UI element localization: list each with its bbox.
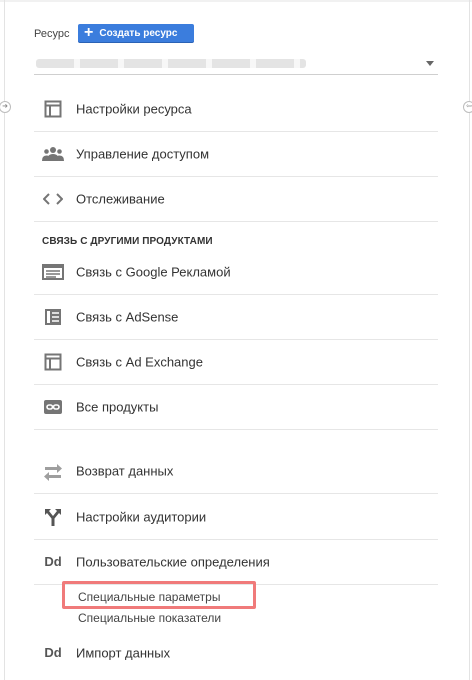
selected-resource-redacted <box>36 59 306 68</box>
menu-item-label: Импорт данных <box>76 645 171 660</box>
adsense-icon <box>42 306 64 328</box>
window-icon <box>42 351 64 373</box>
menu-item-google-ads-link[interactable]: Связь с Google Рекламой <box>34 249 438 295</box>
users-icon <box>42 143 64 165</box>
menu-item-label: Связь с AdSense <box>76 309 179 324</box>
menu-item-all-products[interactable]: Все продукты <box>34 384 438 430</box>
menu-item-adsense-link[interactable]: Связь с AdSense <box>34 294 438 340</box>
dd-icon: Dd <box>44 554 62 569</box>
menu-item-label: Настройки ресурса <box>76 101 192 116</box>
menu-item-tracking[interactable]: Отслеживание <box>34 176 438 222</box>
menu-item-label: Управление доступом <box>76 146 210 161</box>
menu-item-label: Возврат данных <box>76 463 174 478</box>
menu-item-label: Связь с Ad Exchange <box>76 354 203 369</box>
menu-item-label: Связь с Google Рекламой <box>76 264 231 279</box>
fork-icon <box>42 506 64 528</box>
sub-item-custom-dimensions[interactable]: Специальные параметры <box>78 590 220 604</box>
menu-item-label: Все продукты <box>76 399 159 414</box>
swap-icon <box>42 460 64 482</box>
link-icon <box>42 396 64 418</box>
menu-item-label: Отслеживание <box>76 191 165 206</box>
menu-item-audience-settings[interactable]: Настройки аудитории <box>34 494 438 540</box>
create-resource-button[interactable]: + Создать ресурс <box>78 24 194 42</box>
menu-item-label: Пользовательские определения <box>76 554 270 569</box>
plus-icon: + <box>84 24 94 41</box>
dd-icon: Dd <box>44 645 62 660</box>
menu-item-label: Настройки аудитории <box>76 509 207 524</box>
top-divider <box>0 0 472 2</box>
menu-item-resource-settings[interactable]: Настройки ресурса <box>34 86 438 132</box>
code-icon <box>42 188 64 210</box>
resource-label: Ресурс <box>34 28 70 40</box>
chevron-down-icon <box>426 61 434 66</box>
collapse-left-icon[interactable]: ➜ <box>0 101 11 113</box>
menu-item-data-import[interactable]: Dd Импорт данных <box>34 630 438 675</box>
menu-item-ad-exchange-link[interactable]: Связь с Ad Exchange <box>34 339 438 385</box>
menu-item-access-management[interactable]: Управление доступом <box>34 131 438 177</box>
menu-item-data-return[interactable]: Возврат данных <box>34 448 438 494</box>
collapse-right-icon[interactable]: ⇦ <box>463 101 472 113</box>
resource-select[interactable] <box>34 54 438 75</box>
section-title-linking: СВЯЗЬ С ДРУГИМИ ПРОДУКТАМИ <box>42 236 213 247</box>
menu-item-custom-definitions[interactable]: Dd Пользовательские определения <box>34 539 438 585</box>
sub-item-custom-metrics[interactable]: Специальные показатели <box>78 611 221 625</box>
create-resource-label: Создать ресурс <box>99 27 178 39</box>
window-icon <box>42 98 64 120</box>
ads-icon <box>42 261 64 283</box>
